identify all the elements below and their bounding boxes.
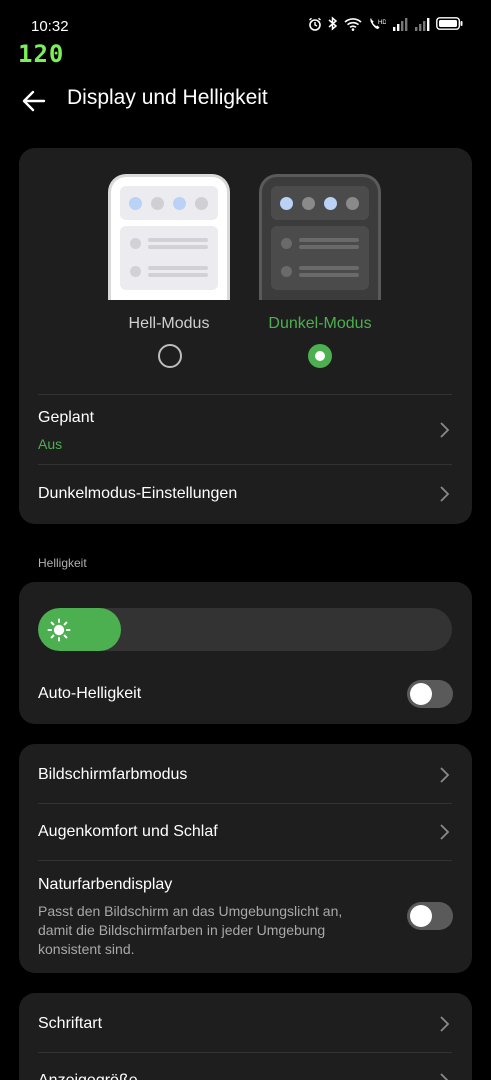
light-mode-label: Hell-Modus: [128, 315, 210, 332]
fps-indicator: 120: [18, 40, 65, 68]
signal-icon: [393, 17, 408, 31]
dark-mode-radio[interactable]: [308, 344, 332, 368]
status-icons: HD: [308, 16, 463, 31]
font-card: Schriftart Anzeigegröße: [19, 993, 472, 1080]
auto-brightness-toggle[interactable]: [407, 680, 453, 708]
dark-mode-settings-label: Dunkelmodus-Einstellungen: [38, 485, 238, 502]
eye-comfort-row[interactable]: Augenkomfort und Schlaf: [19, 804, 472, 860]
natural-color-toggle[interactable]: [407, 902, 453, 930]
scheduled-label: Geplant: [38, 409, 95, 426]
chevron-right-icon: [440, 486, 450, 502]
display-size-label: Anzeigegröße: [38, 1072, 138, 1080]
wifi-icon: [344, 17, 362, 31]
divider: [38, 860, 452, 861]
page-title: Display und Helligkeit: [67, 86, 268, 109]
alarm-icon: [309, 17, 321, 31]
chevron-right-icon: [440, 422, 450, 438]
font-row[interactable]: Schriftart: [19, 993, 472, 1051]
screen-color-mode-row[interactable]: Bildschirmfarbmodus: [19, 744, 472, 802]
scheduled-value: Aus: [38, 436, 63, 452]
screen-color-mode-label: Bildschirmfarbmodus: [38, 766, 188, 783]
natural-color-description: Passt den Bildschirm an das Umgebungslic…: [38, 903, 343, 957]
sun-icon: [47, 618, 71, 642]
light-mode-preview[interactable]: [108, 174, 230, 300]
auto-brightness-label: Auto-Helligkeit: [38, 685, 142, 702]
chevron-right-icon: [440, 824, 450, 840]
bluetooth-icon: [328, 16, 338, 31]
light-phone-illustration: [108, 174, 230, 300]
svg-text:HD: HD: [378, 20, 386, 26]
light-mode-radio[interactable]: [158, 344, 182, 368]
brightness-card: Auto-Helligkeit: [19, 582, 472, 724]
volte-icon: HD: [370, 18, 386, 29]
chevron-right-icon: [440, 1073, 449, 1080]
signal-icon: [415, 17, 430, 31]
dark-phone-illustration: [259, 174, 381, 300]
brightness-slider[interactable]: [38, 608, 452, 651]
eye-comfort-label: Augenkomfort und Schlaf: [38, 823, 218, 840]
battery-icon: [436, 17, 463, 30]
status-time: 10:32: [31, 18, 69, 35]
status-bar: 10:32 120 HD: [0, 0, 491, 68]
brightness-section-label: Helligkeit: [38, 556, 87, 570]
dark-mode-label: Dunkel-Modus: [268, 315, 372, 332]
chevron-right-icon: [440, 1016, 450, 1032]
dark-mode-settings-row[interactable]: Dunkelmodus-Einstellungen: [19, 465, 472, 523]
chevron-right-icon: [440, 767, 450, 783]
display-size-row[interactable]: Anzeigegröße: [19, 1053, 472, 1080]
app-header: Display und Helligkeit: [0, 78, 491, 122]
dark-mode-preview[interactable]: [259, 174, 381, 300]
theme-card: Hell-Modus Dunkel-Modus Geplant Aus Dunk…: [19, 148, 472, 524]
font-label: Schriftart: [38, 1015, 103, 1032]
arrow-left-icon[interactable]: [20, 87, 48, 115]
scheduled-row[interactable]: Geplant Aus: [19, 395, 472, 465]
natural-color-label: Naturfarbendisplay: [38, 876, 173, 893]
color-card: Bildschirmfarbmodus Augenkomfort und Sch…: [19, 744, 472, 973]
